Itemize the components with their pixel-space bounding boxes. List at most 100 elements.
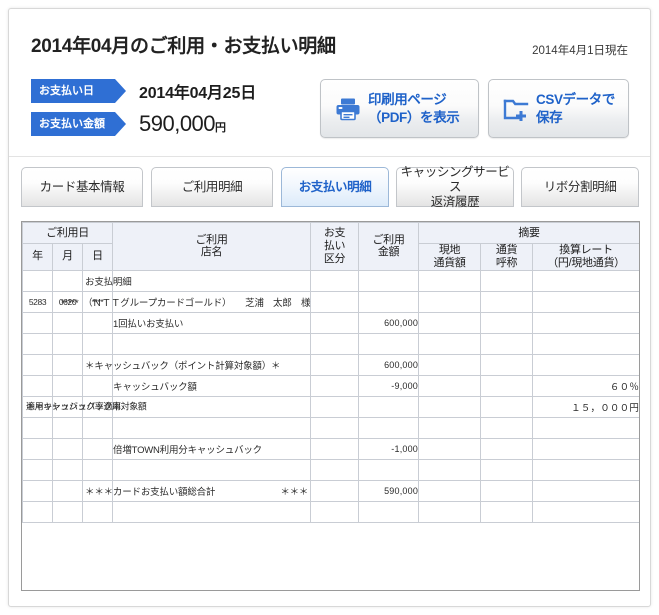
table-row: お支払明細 xyxy=(22,269,639,292)
cell-use-amount xyxy=(358,458,420,481)
payment-amount-value: 590,000円 xyxy=(139,111,226,137)
cell-currency xyxy=(480,479,534,502)
save-csv-button[interactable]: CSVデータで 保存 xyxy=(488,79,629,138)
cell-currency xyxy=(480,374,534,397)
cell-year xyxy=(22,437,53,460)
th-year: 年 xyxy=(22,243,53,271)
page-title: 2014年04月のご利用・お支払い明細 xyxy=(31,36,336,57)
cell-day xyxy=(81,458,114,481)
cell-currency xyxy=(480,311,534,334)
cell-local-amount: 適用キャッシュバック率 xyxy=(26,374,482,412)
table-row: キャッシュバック率適用対象額 １５，０００円 xyxy=(22,395,639,418)
cell-shop-name: 1回払いお支払い xyxy=(112,311,312,334)
as-of-date: 2014年4月1日現在 xyxy=(532,45,628,57)
cell-year xyxy=(22,500,53,523)
cell-year: 5283 xyxy=(22,290,53,313)
cell-summary-note: キャッシュバック率適用対象額 xyxy=(26,401,147,412)
cell-month xyxy=(52,332,83,355)
cell-local-amount xyxy=(418,290,482,313)
cell-shop-text: ***** （ＮＴＴグループカードゴールド） 芝浦 太郎 様 xyxy=(61,297,311,309)
cell-payment-type xyxy=(310,479,360,502)
cell-use-amount xyxy=(358,500,420,523)
cell-local-amount xyxy=(418,269,482,292)
print-pdf-button[interactable]: 印刷用ページ （PDF）を表示 xyxy=(320,79,479,138)
cell-year xyxy=(22,269,53,292)
tab-payment-detail[interactable]: お支払い明細 xyxy=(281,167,389,207)
cell-exchange-rate xyxy=(532,458,639,481)
th-shop-name: ご利用 店名 xyxy=(112,222,312,271)
cell-currency xyxy=(480,353,534,376)
cell-shop-name xyxy=(112,500,312,523)
cell-year xyxy=(22,332,53,355)
printer-icon xyxy=(331,97,365,121)
cell-use-amount: 600,000 xyxy=(358,311,420,334)
cell-shop-text: ＊キャッシュバック（ポイント計算対象額）＊ xyxy=(85,360,281,372)
page-frame: 2014年04月のご利用・お支払い明細 2014年4月1日現在 お支払い日 201… xyxy=(8,8,651,607)
th-currency: 通貨 呼称 xyxy=(480,243,534,271)
cell-month xyxy=(52,311,83,334)
payment-amount-unit: 円 xyxy=(215,122,226,134)
th-local-amount: 現地 通貨額 xyxy=(418,243,482,271)
cell-use-amount: 600,000 xyxy=(358,353,420,376)
cell-local-amount xyxy=(418,332,482,355)
cell-payment-type xyxy=(310,311,360,334)
print-pdf-label: 印刷用ページ （PDF）を表示 xyxy=(368,92,460,125)
cell-payment-type xyxy=(310,458,360,481)
table-row: キャッシュバック額 -9,000 適用キャッシュバック率 ６０％ xyxy=(22,374,639,412)
cell-currency xyxy=(480,416,534,439)
cell-local-amount xyxy=(418,458,482,481)
cell-exchange-rate xyxy=(532,500,639,523)
table-row xyxy=(22,500,639,523)
cell-payment-type xyxy=(310,290,360,313)
payment-amount-badge: お支払い金額 xyxy=(31,112,126,136)
cell-use-amount: 590,000 xyxy=(358,479,420,502)
table-row: 5283 0620 **** ***** （ＮＴＴグループカードゴールド） 芝浦 太郎… xyxy=(22,290,639,313)
table-row: 1回払いお支払い 600,000 xyxy=(22,311,639,334)
th-payment-type: お支 払い 区分 xyxy=(310,222,360,271)
th-use-amount: ご利用 金額 xyxy=(358,222,420,271)
cell-exchange-rate: ６０％ xyxy=(532,374,639,397)
cell-shop-name: お支払明細 xyxy=(85,269,312,292)
cell-shop-name: 倍増TOWN利用分キャッシュバック xyxy=(112,437,312,460)
cell-use-amount xyxy=(358,290,420,313)
statement-page: 2014年04月のご利用・お支払い明細 2014年4月1日現在 お支払い日 201… xyxy=(0,0,659,615)
table-row xyxy=(22,416,639,439)
cell-day xyxy=(81,500,114,523)
cell-day xyxy=(81,332,114,355)
payment-amount-row: お支払い金額 590,000円 xyxy=(31,111,226,137)
cell-payment-type xyxy=(310,269,360,292)
th-use-date: ご利用日 xyxy=(22,222,114,244)
table-row xyxy=(22,332,639,355)
cell-day xyxy=(81,416,114,439)
cell-month xyxy=(52,500,83,523)
cell-use-amount xyxy=(358,416,420,439)
cell-currency xyxy=(480,332,534,355)
cell-currency xyxy=(480,458,534,481)
table-row xyxy=(22,458,639,481)
cell-payment-type xyxy=(310,374,360,397)
cell-exchange-rate xyxy=(532,311,639,334)
cell-exchange-rate: １５，０００円 xyxy=(532,395,639,418)
tab-card-basic-info[interactable]: カード基本情報 xyxy=(21,167,143,207)
cell-day xyxy=(81,374,114,397)
cell-shop-text: お支払明細 xyxy=(85,276,132,288)
cell-shop-name xyxy=(112,332,312,355)
cell-use-amount: -1,000 xyxy=(358,437,420,460)
cell-shop-text: ＊＊＊カードお支払い額総合計 ＊＊＊ xyxy=(85,486,309,498)
tab-usage-detail[interactable]: ご利用明細 xyxy=(151,167,273,207)
cell-use-amount xyxy=(358,395,420,418)
tab-revolving-installment-detail[interactable]: リボ分割明細 xyxy=(521,167,639,207)
cell-use-amount xyxy=(358,332,420,355)
cell-payment-type xyxy=(310,353,360,376)
cell-day xyxy=(81,311,114,334)
cell-payment-type xyxy=(310,416,360,439)
cell-payment-type xyxy=(310,437,360,460)
payment-date-badge: お支払い日 xyxy=(31,79,126,103)
tab-bar: カード基本情報 ご利用明細 お支払い明細 キャッシングサービス 返済履歴 リボ分… xyxy=(21,165,641,209)
cell-shop-name xyxy=(112,416,312,439)
table-head: ご利用日 ご利用 店名 お支 払い 区分 ご利用 金額 摘要 年 月 日 現地 … xyxy=(22,222,639,271)
payment-date-row: お支払い日 2014年04月25日 xyxy=(31,79,256,103)
cell-exchange-rate xyxy=(532,332,639,355)
cell-month xyxy=(52,374,83,397)
tab-cashing-repayment-history[interactable]: キャッシングサービス 返済履歴 xyxy=(396,165,514,209)
